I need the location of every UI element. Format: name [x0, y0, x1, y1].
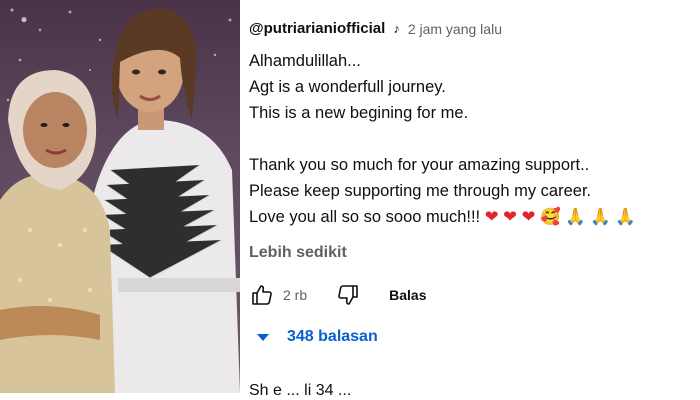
comment-timestamp[interactable]: 2 jam yang lalu [408, 21, 502, 37]
comment-line: Thank you so much for your amazing suppo… [249, 156, 590, 174]
caret-down-icon [257, 333, 269, 341]
comment-line: Love you all so so sooo much!!! [249, 208, 481, 226]
next-comment-partial: Sh e ... li 34 ... [249, 382, 352, 399]
thumbs-up-icon[interactable] [249, 282, 275, 308]
view-replies-button[interactable]: 348 balasan [257, 328, 378, 346]
like-count: 2 rb [283, 287, 308, 303]
heart-emoji: ❤ [503, 208, 517, 226]
folded-hands-emoji: 🙏 [615, 208, 636, 226]
comment-text: Alhamdulillah... Agt is a wonderfull jou… [249, 48, 636, 230]
reply-button[interactable]: Balas [389, 287, 426, 303]
photo-panel [0, 0, 240, 393]
thumbs-down-icon[interactable] [335, 282, 361, 308]
heart-emoji: ❤ [484, 208, 499, 226]
comment-card: @putriarianiofficial ♪ 2 jam yang lalu A… [249, 0, 700, 399]
folded-hands-emoji: 🙏 [565, 208, 586, 226]
comment-line-with-emoji: Love you all so so sooo much!!! ❤ ❤ ❤ 🥰 … [249, 204, 636, 230]
heart-emoji: ❤ [521, 208, 536, 226]
comment-header: @putriarianiofficial ♪ 2 jam yang lalu [249, 20, 502, 37]
photo-illustration [0, 8, 240, 393]
smiling-face-hearts-emoji: 🥰 [540, 208, 561, 226]
comment-line: This is a new begining for me. [249, 104, 469, 122]
comment-author[interactable]: @putriarianiofficial [249, 20, 385, 37]
comment-line: Alhamdulillah... [249, 52, 361, 70]
replies-count: 348 balasan [287, 328, 378, 345]
comment-line [249, 126, 636, 152]
show-less-button[interactable]: Lebih sedikit [249, 244, 347, 262]
music-note-icon: ♪ [393, 21, 400, 36]
folded-hands-emoji: 🙏 [590, 208, 611, 226]
comment-actions: 2 rb Balas [249, 282, 426, 308]
comment-line: Agt is a wonderfull journey. [249, 78, 446, 96]
comment-line: Please keep supporting me through my car… [249, 182, 592, 200]
